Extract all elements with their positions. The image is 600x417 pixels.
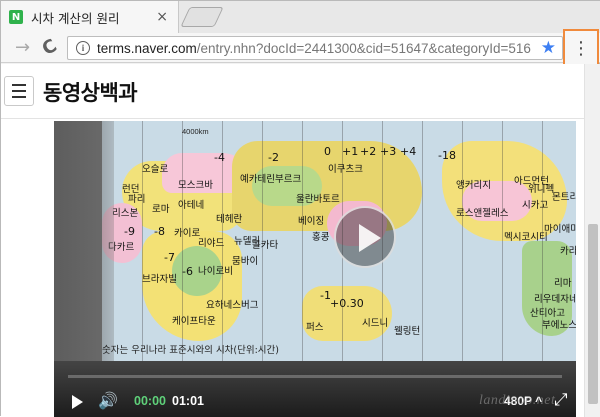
fullscreen-icon[interactable]: ⤢ xyxy=(554,390,568,410)
page-scrollbar[interactable] xyxy=(584,64,600,417)
address-bar[interactable]: i terms.naver.com/entry.nhn?docId=244130… xyxy=(67,36,563,60)
video-left-shade xyxy=(54,121,114,361)
city-label: 카이로 xyxy=(174,228,201,239)
map-caption: 숫자는 우리나라 표준시와의 시차(단위:시간) xyxy=(102,345,279,356)
offset-label: -9 xyxy=(124,225,135,238)
play-icon xyxy=(359,224,381,252)
city-label: 파리 xyxy=(128,194,146,205)
city-label: 테헤란 xyxy=(216,214,243,225)
tab-title: 시차 계산의 원리 xyxy=(31,10,120,26)
city-label: 리우데자네이 xyxy=(534,294,576,305)
city-label: 나이로비 xyxy=(198,266,233,277)
city-label: 홍콩 xyxy=(312,232,330,243)
offset-label: -4 xyxy=(214,151,225,164)
city-label: 몬트리 xyxy=(552,192,576,203)
city-label: 모스크바 xyxy=(178,180,213,191)
city-label: 리야드 xyxy=(198,238,225,249)
offset-label: +2 xyxy=(360,145,377,158)
offset-label: -18 xyxy=(438,149,456,162)
offset-label: -2 xyxy=(268,151,279,164)
total-time: 01:01 xyxy=(172,394,204,408)
reload-icon[interactable]: C xyxy=(39,35,61,60)
new-tab-button[interactable] xyxy=(180,7,224,27)
city-label: 카라 xyxy=(560,246,576,257)
offset-label: +0.30 xyxy=(330,297,364,310)
city-label: 부에노스 xyxy=(542,320,576,331)
city-label: 아테네 xyxy=(178,200,205,211)
bookmark-star-icon[interactable]: ★ xyxy=(541,38,556,58)
city-label: 웰링턴 xyxy=(394,326,421,337)
browser-menu-button[interactable]: ⋮ xyxy=(563,29,599,67)
progress-bar[interactable] xyxy=(68,375,562,378)
city-label: 이쿠츠크 xyxy=(328,164,363,175)
site-title[interactable]: 동영상백과 xyxy=(43,77,138,107)
forward-icon[interactable]: → xyxy=(15,37,30,58)
url-host: terms.naver.com xyxy=(97,40,197,56)
tab-strip: N 시차 계산의 원리 × xyxy=(1,1,600,33)
city-label: 리스본 xyxy=(112,208,139,219)
video-player[interactable]: 4000km +1 +2 +3 +4 0 -18 -2 -4 -6 -7 -8 … xyxy=(54,121,576,417)
city-label: 마이애미 xyxy=(544,224,576,235)
city-label: 시카고 xyxy=(522,200,549,211)
page-content: 동영상백과 4000km +1 +2 +3 +4 0 -18 -2 -4 -6 … xyxy=(1,64,584,417)
city-label: 로스앤젤레스 xyxy=(456,208,509,219)
city-label: 예카테린부르크 xyxy=(240,174,302,185)
control-play-icon[interactable] xyxy=(72,395,83,409)
volume-icon[interactable]: 🔊 xyxy=(98,391,118,410)
header-divider xyxy=(1,118,584,119)
city-label: 요하네스버그 xyxy=(206,300,259,311)
offset-label: -6 xyxy=(182,265,193,278)
offset-label: +4 xyxy=(400,145,417,158)
city-label: 퍼스 xyxy=(306,322,324,333)
offset-label: +1 xyxy=(342,145,359,158)
city-label: 시드니 xyxy=(362,318,389,329)
city-label: 브라자빌 xyxy=(142,274,177,285)
tab-close-icon[interactable]: × xyxy=(156,9,168,25)
browser-window: N 시차 계산의 원리 × → C i terms.naver.com/entr… xyxy=(0,0,600,417)
offset-label: -7 xyxy=(164,251,175,264)
hamburger-menu-icon[interactable] xyxy=(4,76,34,106)
browser-tab[interactable]: N 시차 계산의 원리 × xyxy=(1,1,179,33)
city-label: 케이프타운 xyxy=(172,316,216,327)
offset-label: 0 xyxy=(324,145,331,158)
city-label: 울란바토르 xyxy=(296,194,340,205)
city-label: 위니펙 xyxy=(528,184,555,195)
city-label: 로마 xyxy=(152,204,170,215)
watermark-text: landinoo.net xyxy=(479,393,556,408)
offset-label: +3 xyxy=(380,145,397,158)
city-label: 리마 xyxy=(554,278,572,289)
city-label: 베이징 xyxy=(298,216,325,227)
naver-favicon-icon: N xyxy=(9,10,23,24)
browser-toolbar: → C i terms.naver.com/entry.nhn?docId=24… xyxy=(1,33,600,63)
city-label: 멕시코시티 xyxy=(504,232,548,243)
city-label: 콜카타 xyxy=(252,240,279,251)
current-time: 00:00 xyxy=(134,394,166,408)
scrollbar-thumb[interactable] xyxy=(588,224,598,404)
url-path: /entry.nhn?docId=2441300&cid=51647&categ… xyxy=(196,40,531,56)
url-text[interactable]: terms.naver.com/entry.nhn?docId=2441300&… xyxy=(97,41,562,56)
info-icon[interactable]: i xyxy=(76,41,90,55)
city-label: 앵커리지 xyxy=(456,180,491,191)
big-play-button[interactable] xyxy=(334,206,396,268)
city-label: 뭄바이 xyxy=(232,256,259,267)
city-label: 오슬로 xyxy=(142,164,169,175)
offset-label: -8 xyxy=(154,225,165,238)
map-scale-label: 4000km xyxy=(182,127,209,136)
